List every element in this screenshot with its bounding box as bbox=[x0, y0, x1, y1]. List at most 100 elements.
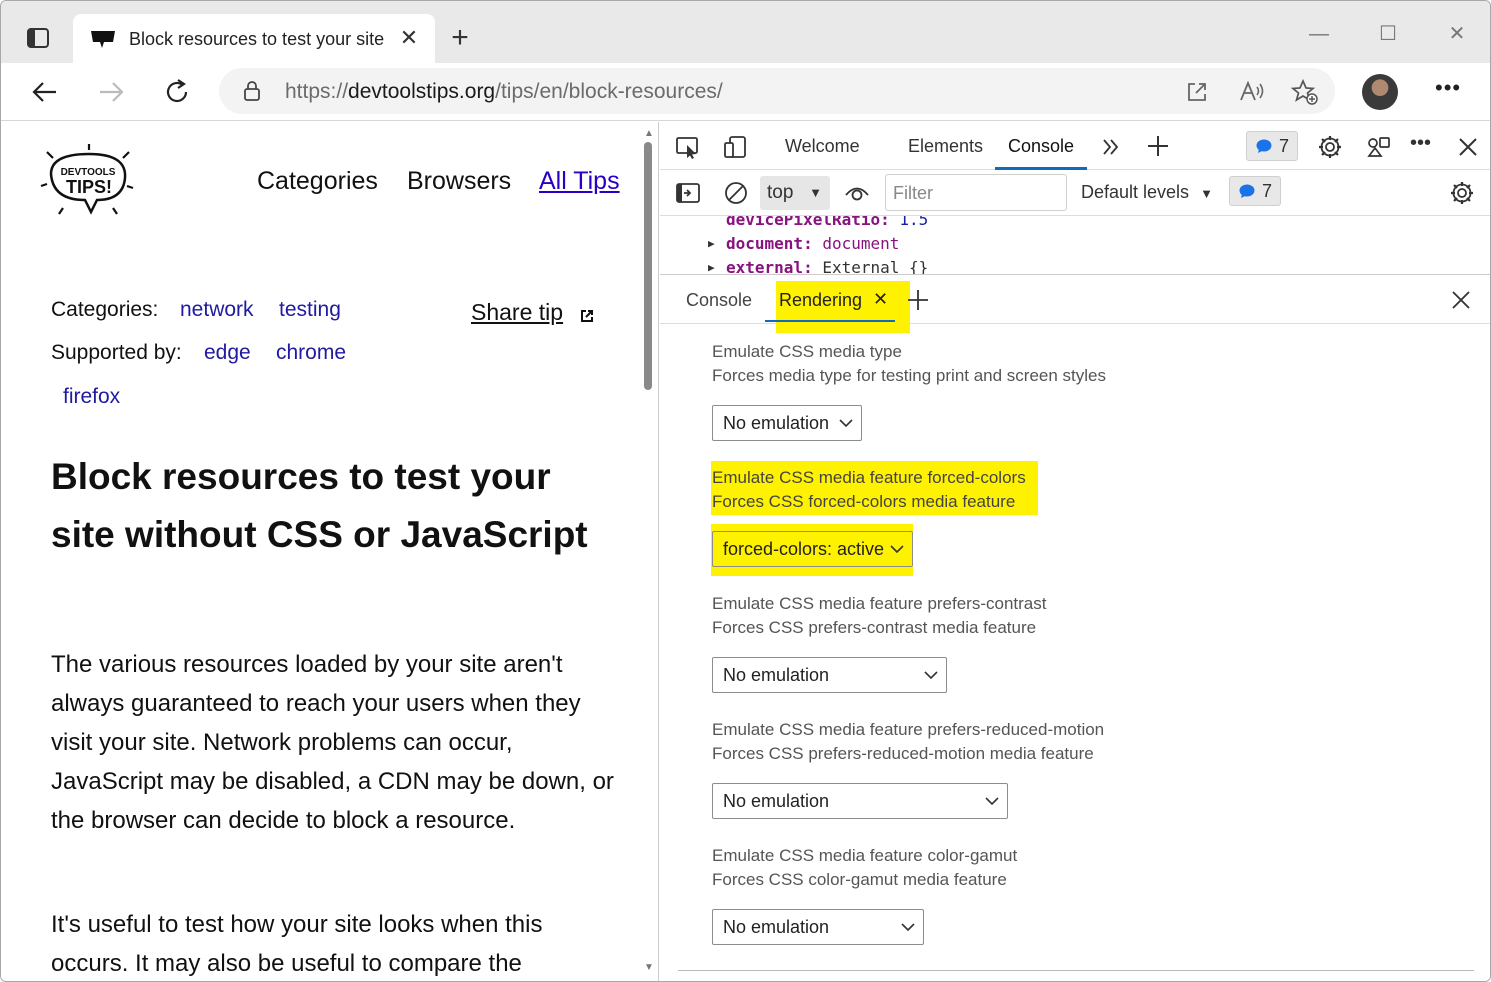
issues-count: 7 bbox=[1279, 136, 1290, 156]
open-in-app-icon[interactable] bbox=[1183, 78, 1211, 106]
category-testing[interactable]: testing bbox=[279, 298, 341, 322]
more-devtools-options-icon[interactable]: ••• bbox=[1410, 132, 1431, 155]
article-paragraph: It's useful to test how your site looks … bbox=[51, 911, 543, 977]
browser-chrome[interactable]: chrome bbox=[276, 341, 346, 365]
console-output: devicePixelRatio: 1.5 ▶ document: docume… bbox=[660, 216, 1490, 274]
external-link-icon[interactable] bbox=[579, 308, 595, 324]
browser-toolbar: https://devtoolstips.org/tips/en/block-r… bbox=[1, 63, 1490, 121]
color-gamut-select[interactable]: No emulation bbox=[712, 909, 924, 945]
category-network[interactable]: network bbox=[180, 298, 254, 322]
prefers-contrast-select[interactable]: No emulation bbox=[712, 657, 947, 693]
context-value: top bbox=[767, 182, 794, 203]
customize-icon[interactable] bbox=[1365, 134, 1391, 160]
address-bar[interactable]: https://devtoolstips.org/tips/en/block-r… bbox=[219, 68, 1335, 114]
read-aloud-icon[interactable] bbox=[1237, 78, 1265, 106]
device-emulation-icon[interactable] bbox=[722, 134, 748, 160]
article-paragraph: The various resources loaded by your sit… bbox=[51, 651, 614, 834]
profile-avatar[interactable] bbox=[1362, 74, 1398, 110]
active-drawer-tab-indicator bbox=[765, 320, 895, 322]
tab-title: Block resources to test your site bbox=[129, 29, 385, 49]
expand-triangle-icon[interactable]: ▶ bbox=[708, 261, 715, 274]
rendering-option-description: Forces CSS prefers-reduced-motion media … bbox=[712, 744, 1094, 763]
live-expression-eye-icon[interactable] bbox=[844, 180, 870, 206]
message-bubble-icon bbox=[1239, 184, 1255, 198]
console-property-line[interactable]: ▶ external: External {} bbox=[708, 258, 928, 274]
nav-browsers[interactable]: Browsers bbox=[407, 167, 511, 196]
add-tool-icon[interactable] bbox=[1145, 133, 1171, 159]
tab-welcome[interactable]: Welcome bbox=[785, 136, 860, 157]
console-settings-gear-icon[interactable] bbox=[1449, 180, 1475, 206]
browser-tab-active[interactable]: Block resources to test your site ✕ bbox=[73, 14, 435, 64]
close-devtools-icon[interactable] bbox=[1455, 134, 1481, 160]
dropdown-arrow-icon: ▼ bbox=[809, 185, 822, 200]
close-drawer-icon[interactable] bbox=[1451, 290, 1471, 310]
rendering-option-title: Emulate CSS media type bbox=[712, 342, 902, 361]
settings-gear-icon[interactable] bbox=[1317, 134, 1343, 160]
rendering-option-description: Forces media type for testing print and … bbox=[712, 366, 1107, 385]
url-text[interactable]: https://devtoolstips.org/tips/en/block-r… bbox=[285, 80, 723, 104]
share-tip-link[interactable]: Share tip bbox=[471, 299, 563, 326]
media-type-select[interactable]: No emulation bbox=[712, 405, 862, 441]
context-selector[interactable]: top ▼ bbox=[760, 176, 830, 210]
issues-badge[interactable]: 7 bbox=[1246, 131, 1299, 161]
close-tab-icon[interactable]: ✕ bbox=[397, 26, 421, 50]
drawer-tab-console[interactable]: Console bbox=[686, 290, 752, 311]
drawer-toolbar: Console Rendering ✕ bbox=[660, 274, 1490, 333]
log-levels-dropdown[interactable]: Default levels ▼ bbox=[1081, 182, 1213, 203]
tab-actions-icon[interactable] bbox=[25, 25, 51, 51]
browser-window: Block resources to test your site ✕ + — … bbox=[0, 0, 1491, 982]
rendering-option-description: Forces CSS color-gamut media feature bbox=[712, 870, 1007, 889]
messages-count: 7 bbox=[1262, 181, 1273, 201]
forced-colors-select[interactable]: forced-colors: active bbox=[712, 531, 913, 567]
devtools-tips-favicon bbox=[91, 31, 115, 48]
supported-label: Supported by: bbox=[51, 341, 182, 364]
maximize-icon[interactable]: ☐ bbox=[1373, 19, 1403, 49]
console-toolbar: top ▼ Filter Default levels ▼ 7 bbox=[660, 170, 1490, 216]
browser-firefox[interactable]: firefox bbox=[63, 385, 120, 409]
article-title: Block resources to test your site withou… bbox=[51, 456, 588, 555]
section-divider bbox=[678, 970, 1474, 971]
chevron-down-icon bbox=[924, 671, 938, 680]
tab-strip: Block resources to test your site ✕ + — … bbox=[1, 1, 1490, 64]
forward-arrow-icon[interactable] bbox=[94, 75, 128, 109]
close-window-icon[interactable]: ✕ bbox=[1442, 19, 1472, 49]
scroll-up-icon[interactable]: ▲ bbox=[642, 128, 656, 140]
rendering-option-description: Forces CSS forced-colors media feature bbox=[712, 492, 1016, 511]
rendering-option-title: Emulate CSS media feature color-gamut bbox=[712, 846, 1018, 865]
add-favorite-icon[interactable] bbox=[1291, 78, 1319, 106]
tab-elements[interactable]: Elements bbox=[908, 136, 983, 157]
tab-console[interactable]: Console bbox=[1008, 136, 1074, 157]
more-tabs-icon[interactable] bbox=[1098, 134, 1124, 160]
add-drawer-tab-icon[interactable] bbox=[906, 288, 930, 312]
web-page-viewport: DEVTOOLS TIPS! Categories Browsers All T… bbox=[1, 122, 659, 981]
chevron-down-icon bbox=[985, 797, 999, 806]
clear-console-icon[interactable] bbox=[723, 180, 749, 206]
refresh-icon[interactable] bbox=[160, 75, 194, 109]
close-rendering-tab-icon[interactable]: ✕ bbox=[873, 289, 888, 310]
console-property-line: devicePixelRatio: 1.5 bbox=[726, 216, 929, 229]
back-arrow-icon[interactable] bbox=[28, 75, 62, 109]
nav-categories[interactable]: Categories bbox=[257, 167, 378, 196]
scroll-down-icon[interactable]: ▼ bbox=[642, 962, 656, 974]
new-tab-icon[interactable]: + bbox=[445, 23, 475, 53]
minimize-icon[interactable]: — bbox=[1304, 19, 1334, 49]
console-property-line[interactable]: ▶ document: document bbox=[708, 234, 899, 253]
inspect-element-icon[interactable] bbox=[674, 134, 700, 160]
console-sidebar-icon[interactable] bbox=[675, 180, 701, 206]
rendering-option-title: Emulate CSS media feature forced-colors bbox=[712, 468, 1026, 487]
rendering-option-title: Emulate CSS media feature prefers-reduce… bbox=[712, 720, 1105, 739]
devtools-tips-logo[interactable]: DEVTOOLS TIPS! bbox=[37, 142, 137, 220]
more-options-icon[interactable]: ••• bbox=[1435, 75, 1461, 101]
console-filter-input[interactable]: Filter bbox=[885, 174, 1067, 211]
expand-triangle-icon[interactable]: ▶ bbox=[708, 237, 715, 250]
scrollbar-thumb[interactable] bbox=[644, 142, 652, 390]
browser-edge[interactable]: edge bbox=[204, 341, 251, 365]
nav-all-tips[interactable]: All Tips bbox=[539, 167, 620, 196]
rendering-option-description: Forces CSS prefers-contrast media featur… bbox=[712, 618, 1037, 637]
messages-badge[interactable]: 7 bbox=[1229, 176, 1282, 206]
prefers-reduced-motion-select[interactable]: No emulation bbox=[712, 783, 1008, 819]
dropdown-arrow-icon: ▼ bbox=[1200, 186, 1213, 201]
page-scrollbar[interactable]: ▲ ▼ bbox=[641, 122, 657, 981]
drawer-tab-rendering[interactable]: Rendering bbox=[779, 290, 862, 311]
lock-icon[interactable] bbox=[241, 80, 263, 102]
